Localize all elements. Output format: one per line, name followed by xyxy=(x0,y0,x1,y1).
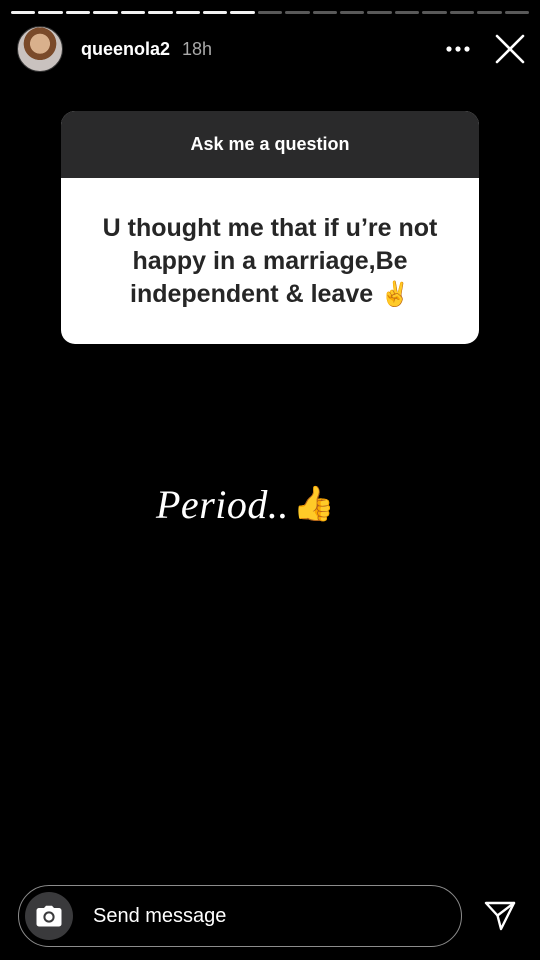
progress-segment xyxy=(38,11,63,14)
send-message-input[interactable]: Send message xyxy=(18,885,462,947)
avatar[interactable] xyxy=(17,26,63,72)
story-header: queenola2 18h xyxy=(17,26,528,72)
progress-segment xyxy=(65,11,91,14)
progress-segment xyxy=(394,11,420,14)
progress-segment xyxy=(449,11,475,14)
send-button[interactable] xyxy=(482,898,518,934)
progress-segment xyxy=(422,11,447,14)
reply-bar: Send message xyxy=(18,885,528,947)
question-sticker-header: Ask me a question xyxy=(61,111,479,178)
more-horizontal-icon xyxy=(446,46,470,52)
progress-segment xyxy=(504,11,530,14)
question-text-block: U thought me that if u’re not happy in a… xyxy=(85,212,455,311)
progress-segment xyxy=(93,11,118,14)
progress-segment xyxy=(148,11,173,14)
progress-segment xyxy=(340,11,365,14)
progress-segment xyxy=(11,11,36,14)
close-button[interactable] xyxy=(492,31,528,67)
story-caption: Period.. 👍 xyxy=(156,478,356,530)
more-options-button[interactable] xyxy=(442,33,474,65)
progress-segment xyxy=(257,11,283,14)
progress-segment xyxy=(312,11,338,14)
progress-segment xyxy=(202,11,228,14)
progress-segment xyxy=(367,11,392,14)
question-sticker[interactable]: Ask me a question U thought me that if u… xyxy=(61,111,479,344)
progress-segment xyxy=(175,11,200,14)
progress-segment xyxy=(120,11,146,14)
peace-emoji: ✌️ xyxy=(380,280,410,308)
send-icon xyxy=(484,901,516,931)
send-message-placeholder: Send message xyxy=(93,904,227,927)
post-time: 18h xyxy=(182,38,213,59)
camera-icon xyxy=(36,905,62,927)
close-icon xyxy=(495,34,525,64)
camera-button[interactable] xyxy=(25,892,73,940)
progress-segment xyxy=(230,11,255,14)
story-progress-bar xyxy=(11,11,530,14)
progress-segment xyxy=(477,11,502,14)
thumbs-up-emoji: 👍 xyxy=(292,485,336,523)
username[interactable]: queenola2 xyxy=(81,39,170,60)
progress-segment xyxy=(285,11,310,14)
caption-text: Period.. xyxy=(156,481,289,527)
question-sticker-title: Ask me a question xyxy=(190,134,350,154)
question-sticker-body: U thought me that if u’re not happy in a… xyxy=(61,178,479,344)
